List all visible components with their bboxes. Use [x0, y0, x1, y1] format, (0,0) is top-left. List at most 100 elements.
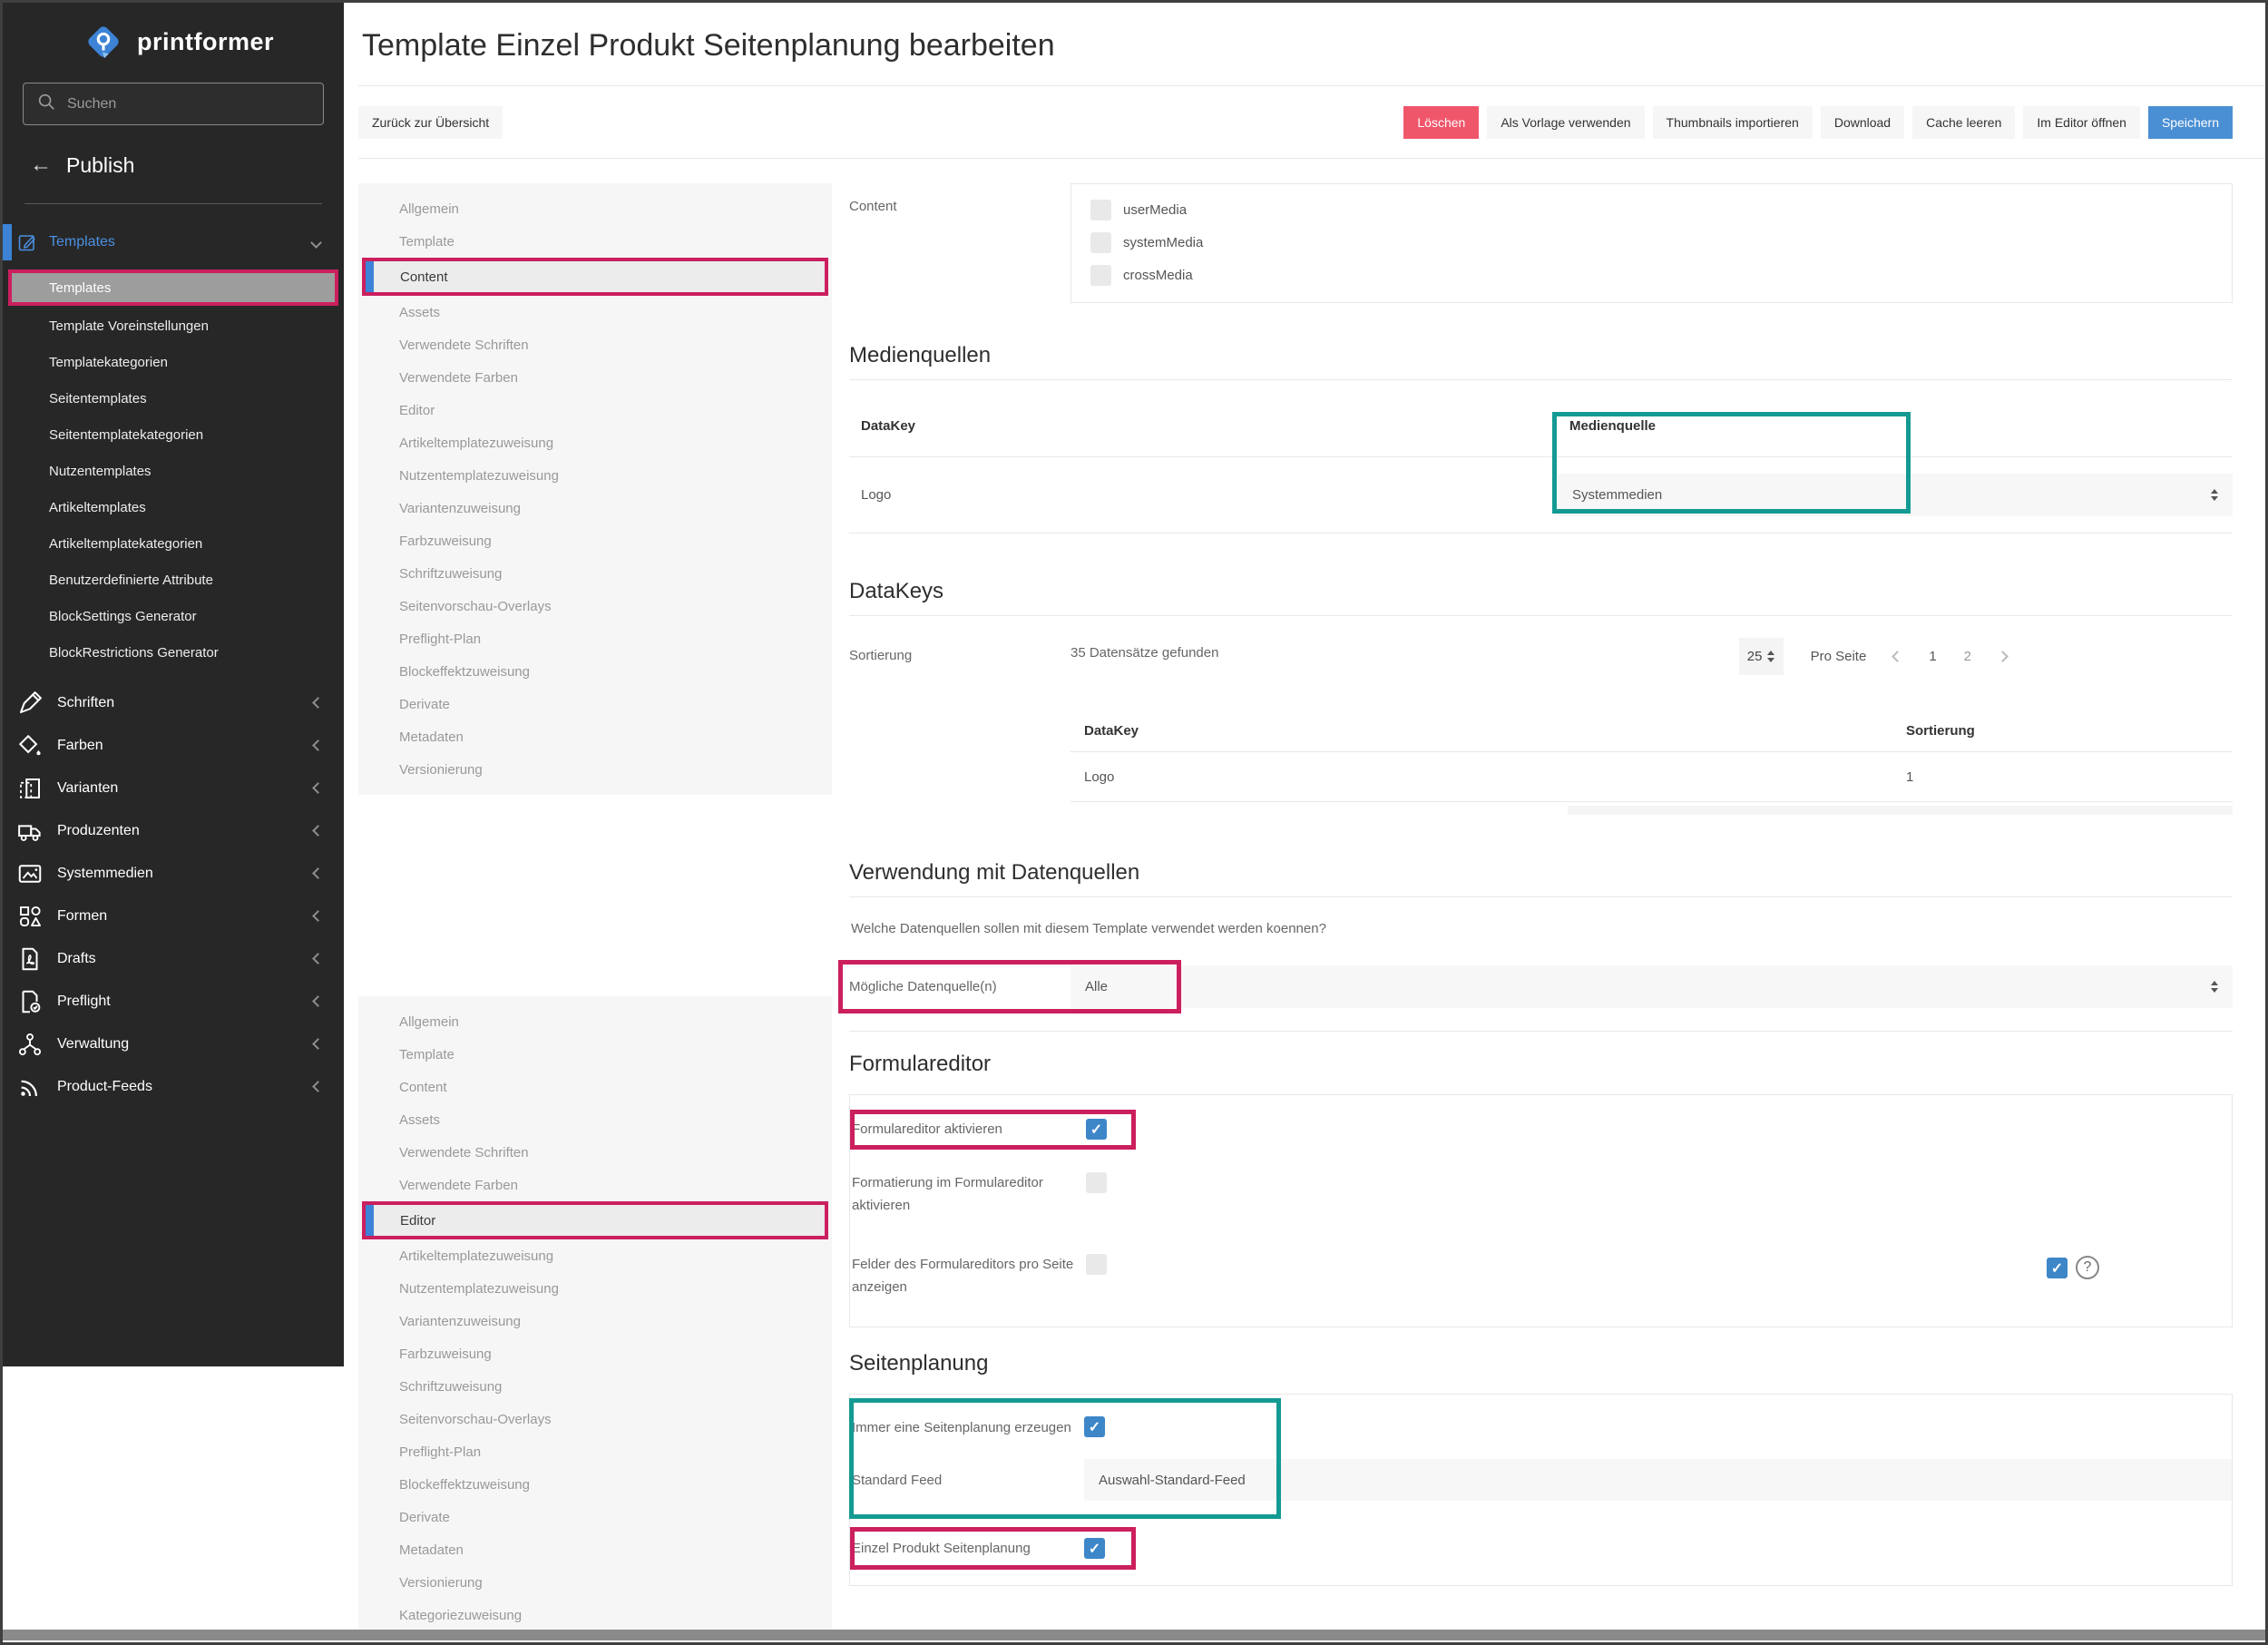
sidebar-submenu-item[interactable]: BlockRestrictions Generator — [3, 634, 344, 671]
sidebar-submenu-item[interactable]: Artikeltemplatekategorien — [3, 525, 344, 562]
subnav-item[interactable]: Seitenvorschau-Overlays — [358, 1403, 832, 1435]
sidebar-submenu-item[interactable]: BlockSettings Generator — [3, 598, 344, 634]
toolbar-action-button[interactable]: Speichern — [2148, 106, 2233, 139]
subnav-item[interactable]: Kategoriezuweisung — [358, 1599, 832, 1631]
publish-label: Publish — [66, 153, 134, 178]
subnav-item[interactable]: Nutzentemplatezuweisung — [358, 459, 832, 492]
subnav-item[interactable]: Preflight-Plan — [358, 622, 832, 655]
section-icon — [16, 903, 44, 930]
subnav-item[interactable]: Versionierung — [358, 753, 832, 786]
formatierung-checkbox[interactable] — [1086, 1172, 1107, 1193]
subnav-item[interactable]: Variantenzuweisung — [358, 1305, 832, 1337]
subnav-item[interactable]: Versionierung — [358, 1566, 832, 1599]
checkbox[interactable] — [1090, 200, 1111, 220]
toolbar-action-button[interactable]: Als Vorlage verwenden — [1487, 106, 1644, 139]
subnav-item[interactable]: Blockeffektzuweisung — [358, 1468, 832, 1501]
subnav-item[interactable]: Content — [358, 1071, 832, 1103]
subnav-item-label: Verwendete Farben — [399, 1178, 518, 1193]
einzel-produkt-checkbox[interactable] — [1084, 1538, 1105, 1559]
sidebar-submenu-item[interactable]: Seitentemplates — [3, 380, 344, 416]
sidebar-section-item[interactable]: Product-Feeds — [3, 1065, 344, 1108]
sidebar-section-item[interactable]: Drafts — [3, 937, 344, 980]
subnav-item[interactable]: Template — [358, 1038, 832, 1071]
subnav-item-label: Versionierung — [399, 762, 483, 778]
subnav-item-label: Blockeffektzuweisung — [399, 1477, 530, 1493]
subnav-item[interactable]: Assets — [358, 1103, 832, 1136]
subnav-item[interactable]: Metadaten — [358, 1533, 832, 1566]
sidebar-group-templates[interactable]: Templates — [3, 222, 344, 262]
standard-feed-select[interactable]: Auswahl-Standard-Feed — [1084, 1459, 2232, 1501]
logo[interactable]: printformer — [3, 3, 344, 63]
subnav-item[interactable]: Blockeffektzuweisung — [358, 655, 832, 688]
sidebar-section-item[interactable]: Preflight — [3, 980, 344, 1023]
subnav-item[interactable]: Editor — [362, 1201, 828, 1239]
sidebar-section-item[interactable]: Schriften — [3, 681, 344, 724]
sidebar-submenu-item[interactable]: Template Voreinstellungen — [3, 308, 344, 344]
page-number-2[interactable]: 2 — [1964, 649, 1971, 664]
help-icon[interactable]: ? — [2076, 1256, 2099, 1279]
subnav-item[interactable]: Allgemein — [358, 192, 832, 225]
subnav-item[interactable]: Content — [362, 258, 828, 296]
sidebar-submenu-item[interactable]: Nutzentemplates — [3, 453, 344, 489]
formulareditor-aktivieren-checkbox[interactable] — [1086, 1119, 1107, 1140]
per-page-select[interactable]: 25 — [1739, 638, 1784, 675]
back-to-publish[interactable]: ← Publish — [30, 152, 344, 178]
horizontal-scrollbar[interactable] — [3, 1630, 2265, 1640]
sidebar-section-item[interactable]: Systemmedien — [3, 852, 344, 895]
sidebar-section-item[interactable]: Farben — [3, 724, 344, 767]
subnav-item-label: Variantenzuweisung — [399, 1314, 521, 1329]
immer-seitenplanung-checkbox[interactable] — [1084, 1416, 1105, 1437]
toolbar-action-button[interactable]: Cache leeren — [1912, 106, 2015, 139]
subnav-item[interactable]: Template — [358, 225, 832, 258]
sidebar-submenu-item[interactable]: Benutzerdefinierte Attribute — [3, 562, 344, 598]
back-to-overview-button[interactable]: Zurück zur Übersicht — [358, 106, 503, 139]
subnav-item[interactable]: Nutzentemplatezuweisung — [358, 1272, 832, 1305]
select-stepper-icon — [2211, 981, 2218, 993]
sidebar-section-item[interactable]: Formen — [3, 895, 344, 937]
subnav-item[interactable]: Assets — [358, 296, 832, 328]
felder-pro-seite-checkbox[interactable] — [1086, 1254, 1107, 1275]
page-next-icon[interactable] — [1997, 651, 2009, 662]
subnav-item[interactable]: Derivate — [358, 1501, 832, 1533]
subnav-item[interactable]: Artikeltemplatezuweisung — [358, 1239, 832, 1272]
subnav-item[interactable]: Schriftzuweisung — [358, 1370, 832, 1403]
medienquelle-select[interactable]: Systemmedien — [1558, 474, 2233, 516]
subnav-item[interactable]: Metadaten — [358, 720, 832, 753]
page-number-1[interactable]: 1 — [1929, 649, 1936, 664]
sidebar-submenu-item[interactable]: Templatekategorien — [3, 344, 344, 380]
subnav-item[interactable]: Verwendete Schriften — [358, 328, 832, 361]
toolbar-action-button[interactable]: Im Editor öffnen — [2023, 106, 2140, 139]
subnav-item[interactable]: Editor — [358, 394, 832, 426]
sidebar-submenu-item[interactable]: Templates — [8, 269, 338, 306]
subnav-item[interactable]: Verwendete Farben — [358, 361, 832, 394]
subnav-item[interactable]: Variantenzuweisung — [358, 492, 832, 524]
toolbar-action-button[interactable]: Download — [1821, 106, 1904, 139]
page-prev-icon[interactable] — [1892, 651, 1903, 662]
datenquelle-select[interactable]: Alle — [1070, 965, 2233, 1008]
subnav-item[interactable]: Seitenvorschau-Overlays — [358, 590, 832, 622]
toolbar-action-button[interactable]: Thumbnails importieren — [1653, 106, 1813, 139]
subnav-item[interactable]: Allgemein — [358, 1005, 832, 1038]
sidebar-section-item[interactable]: Varianten — [3, 767, 344, 809]
subnav-item[interactable]: Farbzuweisung — [358, 524, 832, 557]
subnav-item[interactable]: Derivate — [358, 688, 832, 720]
subnav-item-label: Content — [400, 269, 448, 285]
subnav-item[interactable]: Preflight-Plan — [358, 1435, 832, 1468]
table-footer-strip — [1568, 806, 2233, 815]
chevron-left-icon — [312, 782, 324, 794]
section-icon — [16, 775, 44, 802]
subnav-item[interactable]: Artikeltemplatezuweisung — [358, 426, 832, 459]
sidebar-submenu-item[interactable]: Seitentemplatekategorien — [3, 416, 344, 453]
checkbox[interactable] — [1090, 232, 1111, 253]
sidebar-section-item[interactable]: Produzenten — [3, 809, 344, 852]
checkbox[interactable] — [1090, 265, 1111, 286]
toolbar-action-button[interactable]: Löschen — [1403, 106, 1479, 139]
subnav-item[interactable]: Verwendete Schriften — [358, 1136, 832, 1169]
sidebar-search[interactable]: Suchen — [23, 83, 324, 125]
subnav-item[interactable]: Farbzuweisung — [358, 1337, 832, 1370]
subnav-item[interactable]: Verwendete Farben — [358, 1169, 832, 1201]
sidebar-submenu-item[interactable]: Artikeltemplates — [3, 489, 344, 525]
right-side-checkbox[interactable] — [2047, 1258, 2068, 1278]
sidebar-section-item[interactable]: Verwaltung — [3, 1023, 344, 1065]
subnav-item[interactable]: Schriftzuweisung — [358, 557, 832, 590]
